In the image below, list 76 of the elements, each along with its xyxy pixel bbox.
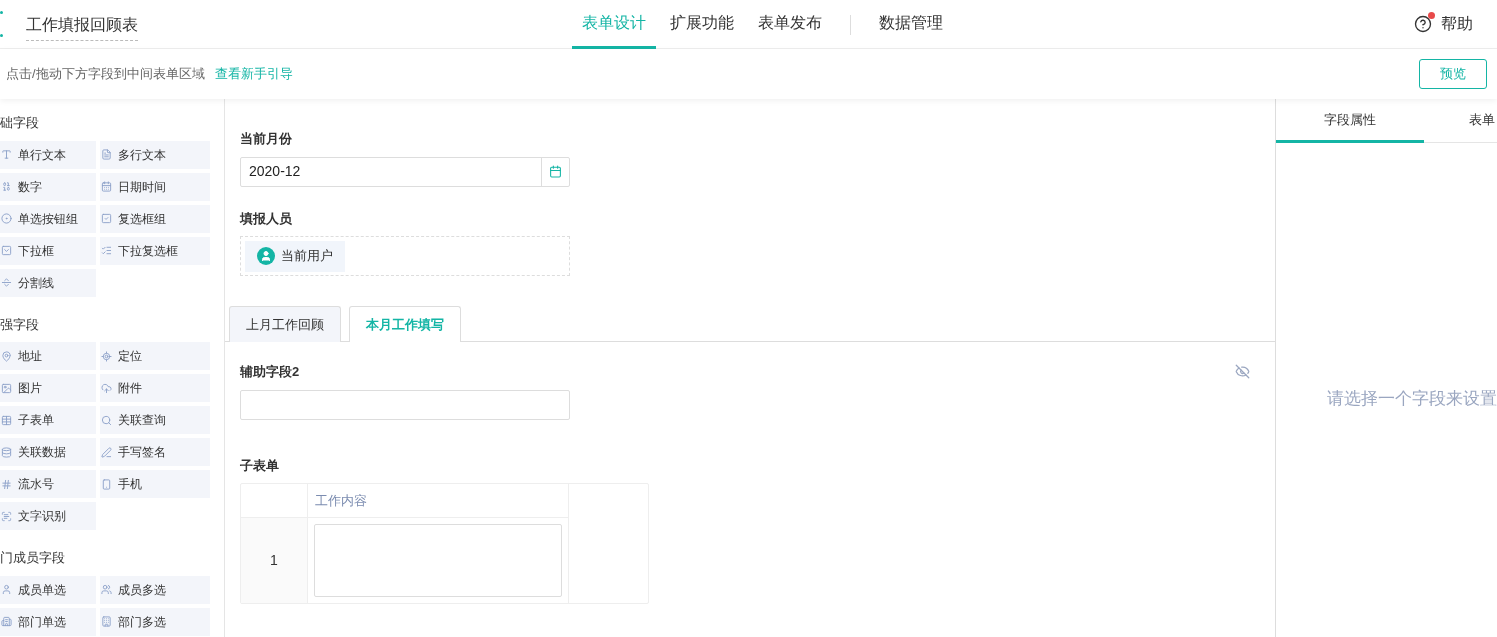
user-tag: 当前用户 [245,240,345,272]
field-type-icon [101,446,112,458]
month-field[interactable]: 2020-12 [240,156,570,187]
field-item[interactable]: 成员多选 [100,575,210,604]
help-link[interactable]: 帮助 [1441,12,1473,36]
column-header: 工作内容 [308,484,568,518]
property-tab[interactable]: 表单 [1424,99,1497,143]
field-type-icon [1,245,12,256]
hidden-eye-icon[interactable] [1235,364,1250,380]
nav-tab[interactable]: 数据管理 [869,0,953,49]
field-type-icon [101,382,112,394]
field-item[interactable]: 部门单选 [0,607,96,636]
field-type-icon [1,149,12,160]
field-type-icon [101,213,112,224]
field-item[interactable]: 数字 [0,172,96,201]
group-title: 门成员字段 [0,549,66,567]
nav-tab[interactable]: 表单发布 [748,0,832,49]
content-textarea[interactable] [314,524,562,597]
field-type-icon [1,478,12,490]
field-type-icon [101,350,112,362]
field-item[interactable]: 成员单选 [0,575,96,604]
field-item[interactable]: 下拉复选框 [100,236,210,265]
field-type-icon [1,213,12,224]
field-item[interactable]: 图片 [0,374,96,402]
field-type-icon [1,382,12,394]
nav-tab[interactable]: 扩展功能 [660,0,744,49]
field-type-icon [1,510,12,522]
field-item[interactable]: 手写签名 [100,438,210,466]
help-icon[interactable] [1414,15,1432,33]
field-type-icon [101,616,112,627]
field-item[interactable]: 地址 [0,342,96,370]
empty-hint: 请选择一个字段来设置 [1327,388,1497,410]
field-item[interactable]: 单行文本 [0,140,96,169]
field-item[interactable]: 定位 [100,342,210,370]
field-item[interactable]: 手机 [100,470,210,498]
field-item[interactable]: 关联数据 [0,438,96,466]
member-field[interactable]: 当前用户 [240,236,570,276]
field-type-icon [1,446,12,458]
field-item[interactable]: 流水号 [0,470,96,498]
field-type-icon [1,277,12,288]
calendar-icon[interactable] [549,165,562,178]
user-avatar-icon [257,247,275,265]
form-tab[interactable]: 上月工作回顾 [229,306,341,342]
field-item[interactable]: 日期时间 [100,172,210,201]
field-item[interactable]: 单选按钮组 [0,204,96,233]
field-item[interactable]: 下拉框 [0,236,96,265]
field-item[interactable]: 复选框组 [100,204,210,233]
field-type-icon [101,414,112,426]
hint-text: 点击/拖动下方字段到中间表单区域 [6,65,205,84]
field-type-icon [101,181,112,192]
field-type-icon [101,245,112,256]
field-type-icon [101,584,112,595]
text-input[interactable] [240,389,570,420]
field-item[interactable]: 子表单 [0,406,96,434]
form-title[interactable]: 工作填报回顾表 [26,13,138,41]
field-label: 子表单 [240,456,280,475]
field-type-icon [1,181,12,192]
field-item[interactable]: 关联查询 [100,406,210,434]
field-type-icon [1,616,12,627]
group-title: 础字段 [0,114,40,132]
field-label: 填报人员 [240,209,293,228]
field-label: 当前月份 [240,130,293,148]
field-type-icon [1,350,12,362]
field-label: 辅助字段2 [240,363,300,381]
row-number: 1 [241,518,307,603]
group-title: 强字段 [0,315,40,334]
field-type-icon [1,584,12,595]
field-item[interactable]: 分割线 [0,268,96,297]
field-type-icon [101,149,112,160]
field-item[interactable]: 多行文本 [100,140,210,169]
field-type-icon [1,414,12,426]
field-item[interactable]: 文字识别 [0,502,96,530]
field-item[interactable]: 附件 [100,374,210,402]
field-item[interactable]: 部门多选 [100,607,210,636]
property-tab[interactable]: 字段属性 [1276,99,1425,143]
field-type-icon [101,478,112,490]
